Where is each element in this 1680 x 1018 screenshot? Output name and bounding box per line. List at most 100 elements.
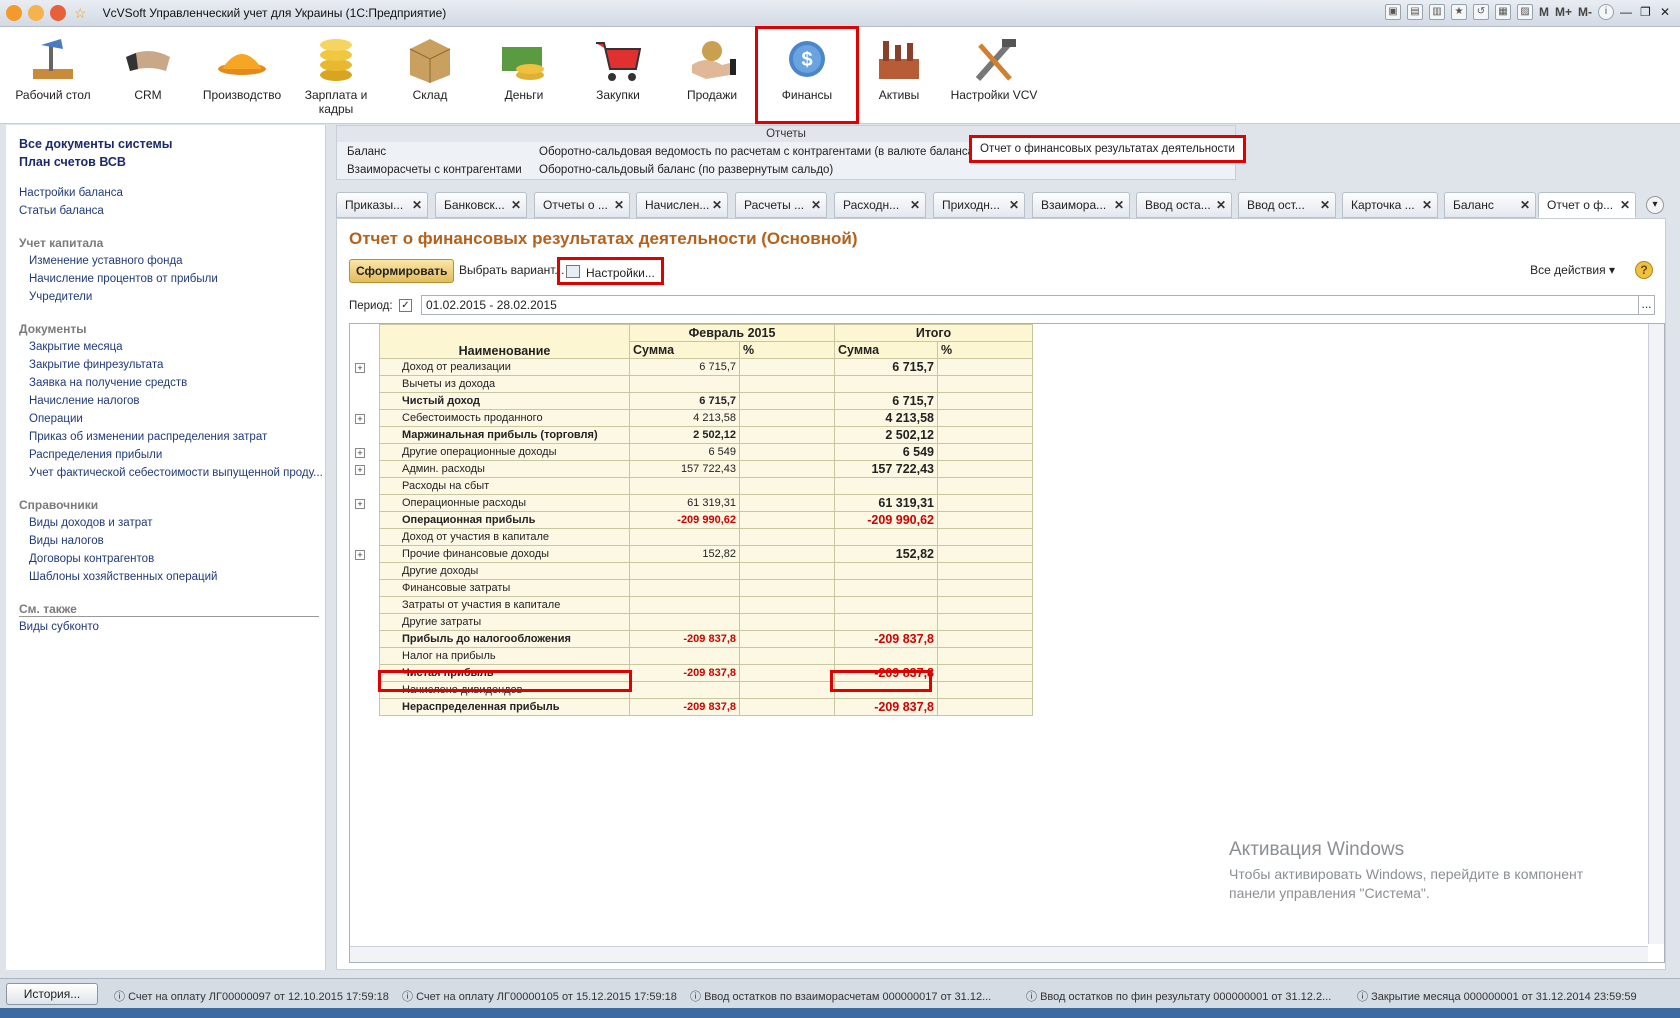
- save-icon[interactable]: ▣: [1384, 4, 1401, 20]
- close-tab-icon[interactable]: ✕: [614, 193, 624, 217]
- link-document-item[interactable]: Заявка на получение средств: [29, 377, 187, 389]
- section-sales[interactable]: Продажи: [667, 35, 757, 102]
- expand-group-icon[interactable]: +: [355, 499, 365, 509]
- link-directory-item[interactable]: Виды доходов и затрат: [29, 517, 153, 529]
- tab[interactable]: Взаимора... ✕: [1032, 192, 1130, 218]
- print-icon[interactable]: ▤: [1406, 4, 1423, 20]
- close-tab-icon[interactable]: ✕: [1320, 193, 1330, 217]
- favorite-icon[interactable]: ★: [1450, 4, 1467, 20]
- link-document-item[interactable]: Учет фактической себестоимости выпущенно…: [29, 467, 323, 479]
- close-icon[interactable]: ✕: [1660, 5, 1674, 19]
- section-crm[interactable]: CRM: [103, 35, 193, 102]
- link-document-item[interactable]: Закрытие финрезультата: [29, 359, 163, 371]
- history-item[interactable]: ⓘ Ввод остатков по взаиморасчетам 000000…: [690, 988, 991, 1004]
- history-item[interactable]: ⓘ Счет на оплату ЛГ00000097 от 12.10.201…: [114, 988, 389, 1004]
- report-link-turnover-contractors[interactable]: Оборотно-сальдовая ведомость по расчетам…: [539, 146, 978, 158]
- report-row[interactable]: Прочие финансовые доходы 152,82 152,82: [379, 545, 1033, 563]
- section-settings-vcv[interactable]: Настройки VCV: [949, 35, 1039, 102]
- tab[interactable]: Приходн... ✕: [933, 192, 1025, 218]
- choose-variant-button[interactable]: Выбрать вариант...: [453, 259, 570, 283]
- history-button[interactable]: История...: [6, 983, 98, 1005]
- report-row[interactable]: Затраты от участия в капитале: [379, 596, 1033, 614]
- section-money[interactable]: Деньги: [479, 35, 569, 102]
- link-capital-item[interactable]: Изменение уставного фонда: [29, 255, 183, 267]
- record-icon[interactable]: [50, 5, 66, 21]
- report-row[interactable]: Вычеты из дохода: [379, 375, 1033, 393]
- report-row[interactable]: Себестоимость проданного 4 213,58 4 213,58: [379, 409, 1033, 427]
- section-salary[interactable]: Зарплата и кадры: [291, 35, 381, 116]
- section-desktop[interactable]: Рабочий стол: [8, 35, 98, 102]
- tabs-menu-icon[interactable]: ▾: [1646, 196, 1664, 214]
- link-balance-items[interactable]: Статьи баланса: [19, 205, 104, 217]
- expand-group-icon[interactable]: +: [355, 448, 365, 458]
- preview-icon[interactable]: ▥: [1428, 4, 1445, 20]
- link-capital-item[interactable]: Начисление процентов от прибыли: [29, 273, 218, 285]
- link-document-item[interactable]: Начисление налогов: [29, 395, 140, 407]
- section-finance[interactable]: $ Финансы: [755, 26, 859, 124]
- report-row[interactable]: Нераспределенная прибыль -209 837,8 -209 8…: [379, 698, 1033, 716]
- report-row[interactable]: Другие операционные доходы 6 549 6 549: [379, 443, 1033, 461]
- tab[interactable]: Начислен... ✕: [636, 192, 728, 218]
- section-purchases[interactable]: Закупки: [573, 35, 663, 102]
- menu-icon[interactable]: [28, 5, 44, 21]
- memory-m-button[interactable]: M: [1539, 5, 1549, 19]
- expand-group-icon[interactable]: +: [355, 550, 365, 560]
- report-row[interactable]: Админ. расходы 157 722,43 157 722,43: [379, 460, 1033, 478]
- tab[interactable]: Расчеты ... ✕: [735, 192, 827, 218]
- minimize-icon[interactable]: —: [1620, 5, 1634, 19]
- link-see-also-item[interactable]: Виды субконто: [19, 621, 99, 633]
- report-row[interactable]: Налог на прибыль: [379, 647, 1033, 665]
- generate-button[interactable]: Сформировать: [349, 259, 455, 283]
- star-icon[interactable]: ☆: [74, 5, 87, 22]
- link-all-documents[interactable]: Все документы системы: [19, 137, 172, 151]
- report-link-financial-results[interactable]: Отчет о финансовых результатах деятельно…: [969, 135, 1246, 163]
- close-tab-icon[interactable]: ✕: [511, 193, 521, 217]
- period-input[interactable]: 01.02.2015 - 28.02.2015...: [421, 295, 1655, 315]
- report-link-turnover-balance[interactable]: Оборотно-сальдовый баланс (по развернуты…: [539, 164, 833, 176]
- report-link-settlements[interactable]: Взаиморасчеты с контрагентами: [347, 164, 522, 176]
- link-balance-settings[interactable]: Настройки баланса: [19, 187, 123, 199]
- section-assets[interactable]: Активы: [854, 35, 944, 102]
- report-row[interactable]: Финансовые затраты: [379, 579, 1033, 597]
- memory-plus-button[interactable]: M+: [1555, 5, 1572, 19]
- expand-group-icon[interactable]: +: [355, 465, 365, 475]
- tab[interactable]: Расходн... ✕: [834, 192, 926, 218]
- history-item[interactable]: ⓘ Ввод остатков по фин результату 000000…: [1026, 988, 1331, 1004]
- close-tab-icon[interactable]: ✕: [1520, 193, 1530, 217]
- link-document-item[interactable]: Закрытие месяца: [29, 341, 123, 353]
- tab[interactable]: Банковск... ✕: [435, 192, 527, 218]
- vertical-scrollbar[interactable]: [1648, 324, 1664, 944]
- help-icon[interactable]: ?: [1635, 261, 1653, 279]
- history-item[interactable]: ⓘ Закрытие месяца 000000001 от 31.12.201…: [1357, 988, 1637, 1004]
- section-warehouse[interactable]: Склад: [385, 35, 475, 102]
- section-production[interactable]: Производство: [197, 35, 287, 102]
- report-row[interactable]: Другие доходы: [379, 562, 1033, 580]
- expand-group-icon[interactable]: +: [355, 414, 365, 424]
- link-capital-item[interactable]: Учредители: [29, 291, 92, 303]
- link-directory-item[interactable]: Шаблоны хозяйственных операций: [29, 571, 217, 583]
- close-tab-icon[interactable]: ✕: [1216, 193, 1226, 217]
- restore-icon[interactable]: ❐: [1640, 5, 1654, 19]
- tab[interactable]: Ввод ост... ✕: [1238, 192, 1336, 218]
- close-tab-icon[interactable]: ✕: [1422, 193, 1432, 217]
- close-tab-icon[interactable]: ✕: [910, 193, 920, 217]
- report-row[interactable]: Чистый доход 6 715,7 6 715,7: [379, 392, 1033, 410]
- expand-group-icon[interactable]: +: [355, 363, 365, 373]
- tab[interactable]: Ввод оста... ✕: [1136, 192, 1232, 218]
- calendar-icon[interactable]: ▨: [1516, 4, 1533, 20]
- link-chart-of-accounts[interactable]: План счетов ВСВ: [19, 155, 126, 169]
- report-row[interactable]: Другие затраты: [379, 613, 1033, 631]
- memory-minus-button[interactable]: M-: [1578, 5, 1592, 19]
- calculator-icon[interactable]: ▦: [1494, 4, 1511, 20]
- tab[interactable]: Баланс ✕: [1444, 192, 1536, 218]
- panel-splitter[interactable]: [326, 125, 336, 970]
- report-row[interactable]: Доход от реализации 6 715,7 6 715,7: [379, 358, 1033, 376]
- tab[interactable]: Приказы... ✕: [336, 192, 428, 218]
- tab-active[interactable]: Отчет о ф... ✕: [1538, 192, 1636, 218]
- report-row[interactable]: Доход от участия в капитале: [379, 528, 1033, 546]
- tab[interactable]: Отчеты о ... ✕: [534, 192, 630, 218]
- link-directory-item[interactable]: Виды налогов: [29, 535, 104, 547]
- period-checkbox[interactable]: ✓: [399, 299, 412, 312]
- report-row[interactable]: Маржинальная прибыль (торговля) 2 502,12 2…: [379, 426, 1033, 444]
- history-item[interactable]: ⓘ Счет на оплату ЛГ00000105 от 15.12.201…: [402, 988, 677, 1004]
